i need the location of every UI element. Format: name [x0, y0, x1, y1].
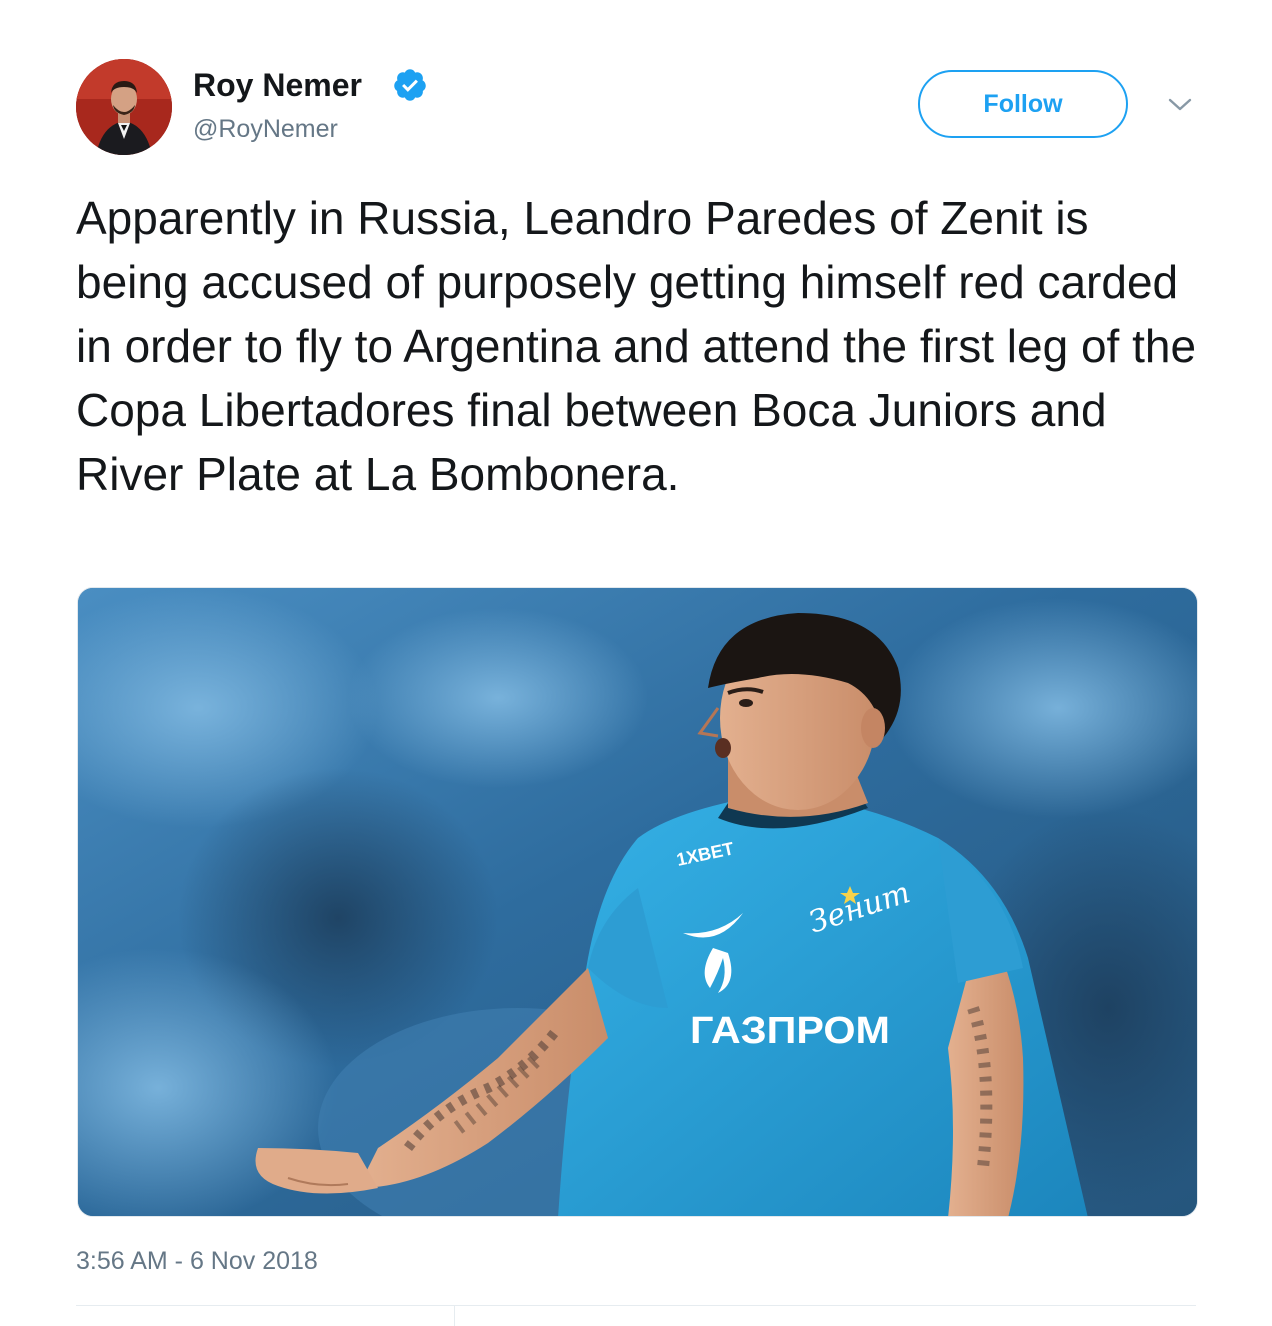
user-handle[interactable]: @RoyNemer: [193, 114, 338, 144]
stats-separator: [454, 1306, 455, 1326]
tweet-text: Apparently in Russia, Leandro Paredes of…: [76, 192, 1197, 500]
tweet-card: Roy Nemer @RoyNemer Follow Apparently in…: [0, 0, 1272, 1326]
divider: [76, 1305, 1196, 1306]
verified-badge-icon: [394, 69, 426, 101]
photo-player: 1XBET Зенит ГАЗПРОМ: [78, 588, 1197, 1216]
shirt-sponsor: ГАЗПРОМ: [690, 1010, 890, 1052]
tweet-photo[interactable]: 1XBET Зенит ГАЗПРОМ: [77, 587, 1198, 1217]
follow-button[interactable]: Follow: [918, 70, 1128, 138]
avatar[interactable]: [76, 59, 172, 155]
chevron-down-icon[interactable]: [1167, 96, 1193, 114]
tweet-timestamp[interactable]: 3:56 AM - 6 Nov 2018: [76, 1245, 318, 1277]
user-name[interactable]: Roy Nemer: [193, 66, 362, 104]
